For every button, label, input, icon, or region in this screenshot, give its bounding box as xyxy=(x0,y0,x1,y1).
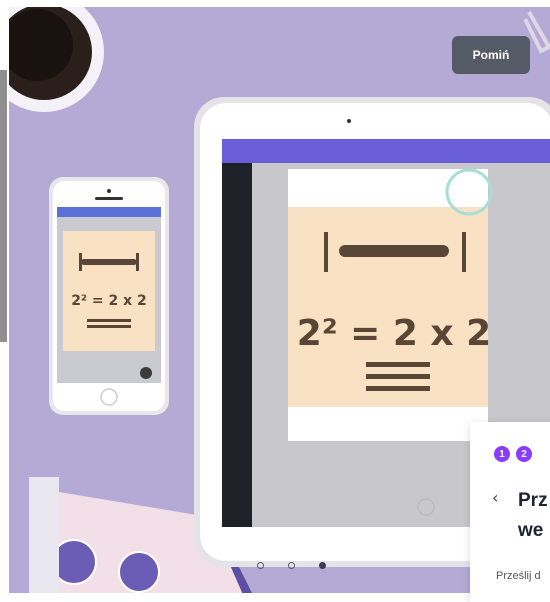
carousel-dot-2[interactable] xyxy=(288,562,295,569)
svg-text:2² = 2 x 2: 2² = 2 x 2 xyxy=(71,293,147,309)
carousel-dot-3[interactable] xyxy=(319,562,326,569)
card-description: Prześlij d xyxy=(496,570,541,582)
svg-text:2² = 2 x 2: 2² = 2 x 2 xyxy=(297,313,491,354)
card-title: Prz we xyxy=(518,490,548,541)
step-indicator: 1 2 xyxy=(494,446,532,462)
phone-mockup: 2² = 2 x 2 xyxy=(49,177,169,415)
coffee-cup-image xyxy=(9,7,104,112)
left-side-panel xyxy=(0,70,7,342)
carousel-dot-1[interactable] xyxy=(257,562,264,569)
onboarding-hero-image: 2² = 2 x 2 2² = 2 x 2 xyxy=(9,7,550,593)
onboarding-card: 1 2 ‹ Prz we Prześlij d xyxy=(470,422,550,602)
carousel-indicator xyxy=(257,562,326,569)
step-2-badge: 2 xyxy=(516,446,532,462)
chevron-left-icon[interactable]: ‹ xyxy=(492,488,498,507)
step-1-badge: 1 xyxy=(494,446,510,462)
skip-button[interactable]: Pomiń xyxy=(452,36,530,74)
